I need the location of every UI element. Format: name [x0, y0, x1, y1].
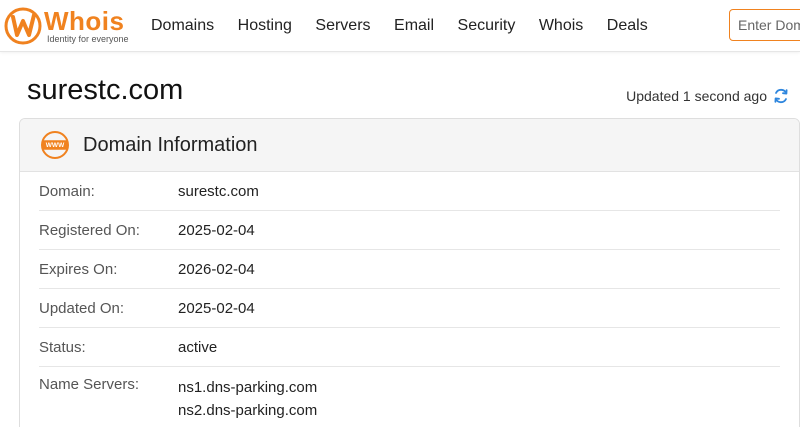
- card-header: WWW Domain Information: [20, 119, 799, 172]
- nav-servers[interactable]: Servers: [315, 17, 370, 35]
- row-value: active: [178, 338, 218, 356]
- table-row: Updated On: 2025-02-04: [39, 289, 780, 328]
- svg-text:WWW: WWW: [46, 142, 65, 149]
- nav-deals[interactable]: Deals: [607, 17, 648, 35]
- logo-mark-icon: [4, 7, 42, 45]
- name-server-list: ns1.dns-parking.com ns2.dns-parking.com: [178, 376, 317, 422]
- refresh-icon[interactable]: [773, 88, 789, 104]
- row-label: Registered On:: [39, 221, 140, 239]
- table-row: Expires On: 2026-02-04: [39, 250, 780, 289]
- page-title: surestc.com: [27, 74, 184, 106]
- row-label: Name Servers:: [39, 376, 140, 393]
- row-label: Domain:: [39, 182, 95, 200]
- row-label: Updated On:: [39, 299, 125, 317]
- brand-logo[interactable]: Whois Identity for everyone: [4, 5, 134, 47]
- domain-information-card: WWW Domain Information Domain: surestc.c…: [19, 118, 800, 427]
- main-nav: Domains Hosting Servers Email Security W…: [151, 0, 671, 52]
- table-row: Domain: surestc.com: [39, 172, 780, 211]
- nav-whois[interactable]: Whois: [539, 17, 583, 35]
- name-server-item: ns2.dns-parking.com: [178, 402, 318, 419]
- nav-security[interactable]: Security: [458, 17, 516, 35]
- domain-info-table: Domain: surestc.com Registered On: 2025-…: [20, 172, 799, 422]
- row-label: Status:: [39, 338, 86, 356]
- name-server-item: ns1.dns-parking.com: [178, 379, 318, 396]
- brand-tagline: Identity for everyone: [47, 34, 129, 44]
- card-title: Domain Information: [83, 133, 258, 156]
- domain-search-input[interactable]: [729, 9, 800, 41]
- row-value: 2026-02-04: [178, 260, 255, 278]
- table-row: Registered On: 2025-02-04: [39, 211, 780, 250]
- nav-email[interactable]: Email: [394, 17, 434, 35]
- updated-status: Updated 1 second ago: [626, 88, 789, 104]
- nav-hosting[interactable]: Hosting: [238, 17, 292, 35]
- brand-name: Whois: [44, 6, 125, 36]
- row-value: 2025-02-04: [178, 299, 255, 317]
- row-value: 2025-02-04: [178, 221, 255, 239]
- top-navbar: Whois Identity for everyone Domains Host…: [0, 0, 800, 52]
- table-row: Status: active: [39, 328, 780, 367]
- row-label: Expires On:: [39, 260, 118, 278]
- updated-text: Updated 1 second ago: [626, 88, 767, 104]
- row-value: surestc.com: [178, 182, 259, 200]
- www-icon: WWW: [41, 131, 69, 159]
- nav-domains[interactable]: Domains: [151, 17, 214, 35]
- table-row-name-servers: Name Servers: ns1.dns-parking.com ns2.dn…: [39, 367, 780, 422]
